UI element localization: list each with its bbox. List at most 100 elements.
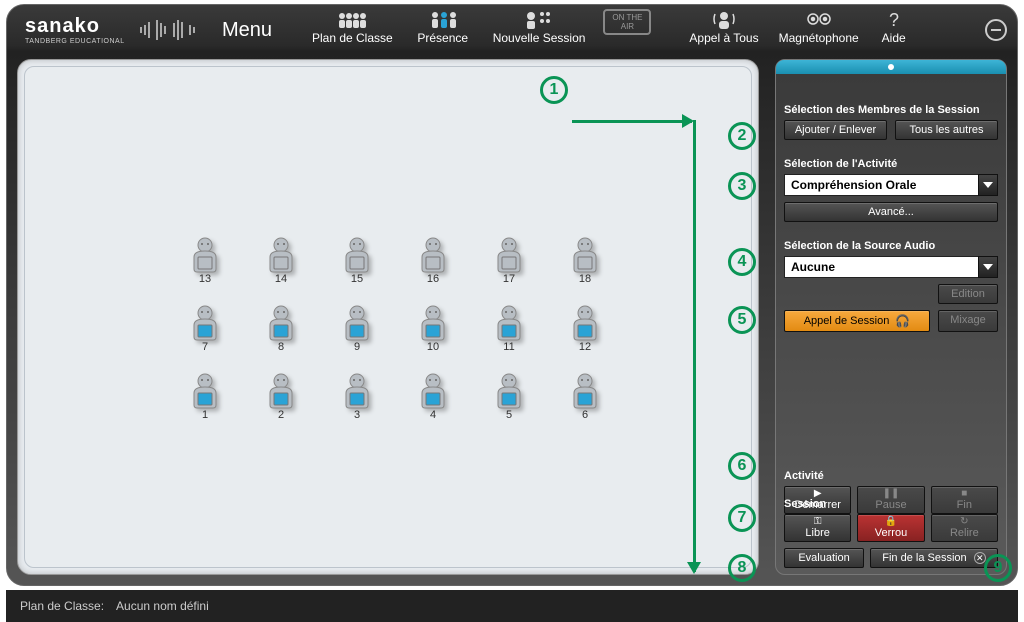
reread-button[interactable]: ↻ Relire: [931, 514, 998, 542]
seat-12[interactable]: 12: [565, 305, 605, 353]
advanced-button[interactable]: Avancé...: [784, 202, 998, 222]
activity-value: Compréhension Orale: [784, 174, 978, 196]
session-control-block: Session ⚿ Libre 🔒 Verrou ↻ Relire: [784, 498, 998, 568]
new-session-icon: [524, 9, 554, 31]
seat-number: 12: [579, 341, 591, 353]
activity-select[interactable]: Compréhension Orale: [784, 174, 998, 196]
seat-7[interactable]: 7: [185, 305, 225, 353]
audio-source-section: Sélection de la Source Audio Aucune Edit…: [784, 240, 998, 332]
appel-a-tous-button[interactable]: Appel à Tous: [679, 7, 768, 53]
status-bar: Plan de Classe: Aucun nom défini: [6, 590, 1018, 622]
seat-number: 15: [351, 273, 363, 285]
seat-number: 5: [506, 409, 512, 421]
seat-11[interactable]: 11: [489, 305, 529, 353]
seat-3[interactable]: 3: [337, 373, 377, 421]
seat-18[interactable]: 18: [565, 237, 605, 285]
seat-2[interactable]: 2: [261, 373, 301, 421]
brand-logo: sanako TANDBERG EDUCATIONAL: [25, 15, 125, 45]
seat-number: 7: [202, 341, 208, 353]
aide-button[interactable]: ? Aide: [869, 7, 919, 53]
brand-name: sanako: [25, 15, 100, 38]
members-heading: Sélection des Membres de la Session: [784, 104, 998, 116]
audio-select[interactable]: Aucune: [784, 256, 998, 278]
seat-row: 13 14 15 16 17 18: [185, 237, 605, 285]
nouvelle-session-button[interactable]: Nouvelle Session: [483, 7, 596, 53]
seat-number: 3: [354, 409, 360, 421]
presence-icon: [429, 9, 457, 31]
seat-row: 1 2 3 4 5 6: [185, 373, 605, 421]
reread-label: Relire: [950, 527, 979, 539]
seat-10[interactable]: 10: [413, 305, 453, 353]
session-ctrl-heading: Session: [784, 498, 998, 510]
seat-number: 11: [503, 341, 514, 353]
chevron-down-icon[interactable]: [978, 256, 998, 278]
waveform-icon: [139, 20, 196, 40]
seat-6[interactable]: 6: [565, 373, 605, 421]
topbar-label: Nouvelle Session: [493, 31, 586, 45]
seat-5[interactable]: 5: [489, 373, 529, 421]
seat-15[interactable]: 15: [337, 237, 377, 285]
add-remove-button[interactable]: Ajouter / Enlever: [784, 120, 887, 140]
session-tab-indicator[interactable]: [776, 60, 1006, 74]
seat-17[interactable]: 17: [489, 237, 529, 285]
seat-number: 9: [354, 341, 360, 353]
activity-ctrl-heading: Activité: [784, 470, 998, 482]
window-controls: [985, 19, 1007, 41]
seat-1[interactable]: 1: [185, 373, 225, 421]
free-label: Libre: [805, 527, 829, 539]
status-key: Plan de Classe:: [20, 599, 104, 613]
presence-button[interactable]: Présence: [403, 7, 483, 53]
lock-label: Verrou: [875, 527, 907, 539]
topbar-label: Appel à Tous: [689, 31, 758, 45]
on-air-badge: ON THE AIR: [603, 9, 651, 35]
seating-panel: 13 14 15 16 17 18 7 8 9: [17, 59, 759, 575]
seat-16[interactable]: 16: [413, 237, 453, 285]
topbar-buttons: Plan de Classe Présence Nouvelle Session…: [302, 7, 1007, 53]
seating-inner: 13 14 15 16 17 18 7 8 9: [24, 66, 752, 568]
session-call-button[interactable]: Appel de Session 🎧: [784, 310, 930, 332]
topbar-label: Plan de Classe: [312, 31, 393, 45]
menu-button[interactable]: Menu: [222, 19, 272, 42]
edit-button[interactable]: Edition: [938, 284, 998, 304]
audio-value: Aucune: [784, 256, 978, 278]
recorder-icon: [806, 9, 832, 31]
seat-4[interactable]: 4: [413, 373, 453, 421]
seats-grid: 13 14 15 16 17 18 7 8 9: [185, 237, 605, 441]
magnetophone-button[interactable]: Magnétophone: [769, 7, 869, 53]
headset-icon: 🎧: [895, 314, 910, 328]
seat-number: 8: [278, 341, 284, 353]
seat-9[interactable]: 9: [337, 305, 377, 353]
seat-14[interactable]: 14: [261, 237, 301, 285]
seat-number: 17: [503, 273, 515, 285]
members-section: Sélection des Membres de la Session Ajou…: [784, 104, 998, 140]
lock-icon: 🔒: [885, 517, 897, 527]
mix-button[interactable]: Mixage: [938, 310, 998, 332]
minimize-button[interactable]: [985, 19, 1007, 41]
seat-number: 16: [427, 273, 439, 285]
seat-8[interactable]: 8: [261, 305, 301, 353]
seat-number: 6: [582, 409, 588, 421]
session-call-label: Appel de Session: [804, 315, 890, 327]
chevron-down-icon[interactable]: [978, 174, 998, 196]
seat-13[interactable]: 13: [185, 237, 225, 285]
reload-icon: ↻: [960, 517, 968, 527]
app-window: sanako TANDBERG EDUCATIONAL Menu Plan de…: [6, 4, 1018, 586]
free-button[interactable]: ⚿ Libre: [784, 514, 851, 542]
close-icon: ✕: [974, 552, 986, 564]
svg-text:?: ?: [889, 10, 899, 30]
plan-de-classe-button[interactable]: Plan de Classe: [302, 7, 403, 53]
all-others-button[interactable]: Tous les autres: [895, 120, 998, 140]
activity-heading: Sélection de l'Activité: [784, 158, 998, 170]
key-icon: ⚿: [814, 517, 822, 527]
group-icon: [336, 9, 368, 31]
seat-number: 14: [275, 273, 287, 285]
seat-number: 1: [202, 409, 208, 421]
evaluation-button[interactable]: Evaluation: [784, 548, 864, 568]
brand-subtitle: TANDBERG EDUCATIONAL: [25, 38, 125, 45]
lock-button[interactable]: 🔒 Verrou: [857, 514, 924, 542]
seat-row: 7 8 9 10 11 12: [185, 305, 605, 353]
topbar-label: Aide: [882, 31, 906, 45]
content-area: 13 14 15 16 17 18 7 8 9: [17, 59, 1007, 575]
topbar-label: Magnétophone: [779, 31, 859, 45]
end-session-button[interactable]: Fin de la Session ✕: [870, 548, 998, 568]
